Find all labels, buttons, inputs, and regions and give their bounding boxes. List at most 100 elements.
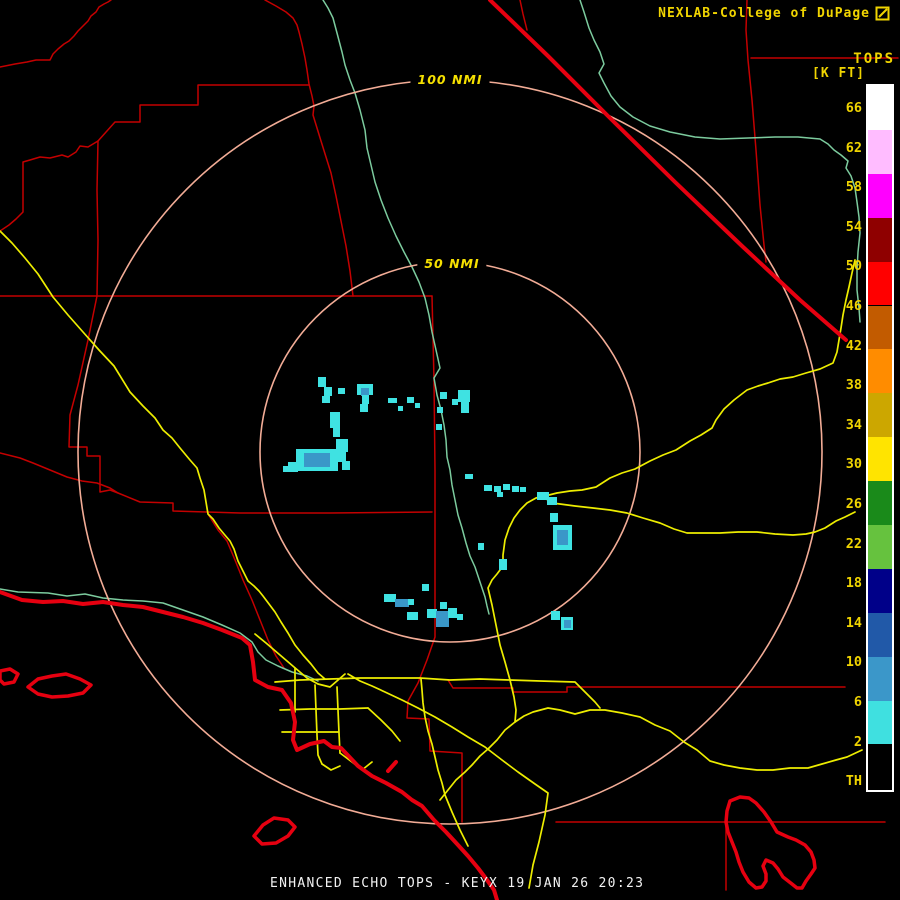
highway-line	[368, 708, 400, 741]
highway-line	[337, 687, 340, 753]
county-boundary-line	[407, 296, 462, 822]
echo-top-bin	[497, 492, 503, 497]
colorbar-segment	[868, 174, 892, 218]
colorbar-tick-label: 54	[822, 219, 862, 235]
echo-top-bin	[465, 474, 473, 479]
county-boundary-line	[208, 514, 284, 668]
echo-top-bin	[318, 377, 326, 387]
echo-top-bin	[342, 461, 350, 470]
echo-top-bin	[388, 398, 397, 403]
echo-top-bin	[408, 599, 414, 605]
county-boundary-line	[69, 296, 432, 513]
colorbar-title: TOPS	[853, 51, 895, 67]
site-header-title: NEXLAB-College of DuPage	[658, 6, 870, 21]
colorbar-tick-label: 26	[822, 496, 862, 512]
echo-top-bin	[494, 486, 501, 492]
colorbar-tick-label: TH	[822, 773, 862, 789]
colorbar-segment	[868, 393, 892, 437]
echo-top-bin	[283, 466, 290, 472]
echo-top-bin	[362, 395, 369, 404]
colorbar-tick-label: 2	[822, 734, 862, 750]
colorbar-tick-label: 58	[822, 179, 862, 195]
river-line	[580, 0, 860, 322]
echo-top-bin	[330, 412, 340, 428]
echo-top-bin	[407, 397, 414, 403]
echo-top-bin	[503, 484, 510, 490]
echo-top-bin	[458, 390, 470, 402]
echo-top-bin	[361, 388, 369, 396]
colorbar-units: [K FT]	[812, 66, 865, 81]
colorbar-tick-label: 38	[822, 377, 862, 393]
echo-top-bin	[384, 594, 396, 602]
echo-top-bin	[564, 620, 571, 628]
echo-top-bin	[512, 486, 519, 492]
echo-top-bin	[461, 402, 469, 413]
echo-top-bin	[415, 403, 420, 408]
echo-top-bin	[324, 387, 332, 396]
colorbar-scale	[866, 84, 894, 792]
echo-top-bin	[398, 406, 403, 411]
echo-top-bin	[436, 611, 449, 627]
echo-top-bin	[407, 612, 418, 620]
colorbar-tick-label: 18	[822, 575, 862, 591]
echo-top-bin	[338, 452, 346, 462]
echo-top-bin	[360, 404, 368, 412]
colorbar-tick-label: 66	[822, 100, 862, 116]
colorbar-tick-label: 6	[822, 694, 862, 710]
highway-line	[322, 764, 340, 770]
colorbar-segment	[868, 306, 892, 350]
echo-top-bin	[304, 453, 330, 467]
echo-top-bin	[395, 599, 409, 607]
colorbar-segment	[868, 569, 892, 613]
echo-top-bin	[557, 530, 568, 545]
thick-boundary-line	[388, 762, 396, 771]
colorbar-segment	[868, 481, 892, 525]
colorbar-tick-label: 42	[822, 338, 862, 354]
highway-line	[421, 679, 468, 846]
county-boundary-line	[0, 85, 309, 231]
highway-line	[315, 685, 322, 764]
colorbar-segment	[868, 130, 892, 174]
colorbar-segment	[868, 525, 892, 569]
island-outline	[254, 818, 295, 844]
echo-top-bin	[547, 497, 557, 505]
colorbar-segment	[868, 349, 892, 393]
echo-top-bin	[322, 396, 330, 403]
range-ring-100nmi	[78, 80, 822, 824]
range-ring-50nmi-label: 50 NMI	[417, 256, 486, 271]
echo-top-bin	[437, 407, 443, 413]
thick-boundary-line	[0, 592, 497, 900]
colorbar-tick-label: 14	[822, 615, 862, 631]
echo-top-bin	[448, 608, 457, 618]
echo-top-bin	[440, 602, 447, 609]
colorbar-segment	[868, 657, 892, 701]
county-boundary-line	[746, 0, 766, 262]
colorbar-segment	[868, 613, 892, 657]
echo-top-bin	[499, 559, 507, 570]
echo-top-bin	[478, 543, 484, 550]
highway-line	[488, 260, 855, 722]
echo-top-bin	[452, 399, 458, 405]
county-boundary-line	[0, 0, 111, 67]
echo-top-bin	[333, 428, 340, 437]
product-caption: ENHANCED ECHO TOPS - KEYX 19 JAN 26 20:2…	[270, 876, 644, 891]
highway-line	[440, 708, 862, 800]
county-boundary-line	[448, 680, 845, 692]
colorbar-tick-label: 34	[822, 417, 862, 433]
colorbar-segment	[868, 437, 892, 481]
echo-top-bin	[422, 584, 429, 591]
colorbar-tick-label: 10	[822, 654, 862, 670]
colorbar-tick-label: 22	[822, 536, 862, 552]
echo-top-bin	[520, 487, 526, 492]
highway-line	[545, 498, 855, 535]
colorbar-segment	[868, 701, 892, 745]
echo-top-bin	[427, 609, 437, 618]
colorbar-segment	[868, 86, 892, 130]
county-boundary-line	[520, 0, 527, 30]
island-outline	[28, 674, 91, 697]
highway-line	[275, 678, 600, 708]
radar-screen: NEXLAB-College of DuPage TOPS [K FT] 666…	[0, 0, 900, 900]
range-ring-100nmi-label: 100 NMI	[411, 72, 490, 87]
echo-top-bin	[457, 614, 463, 620]
echo-top-bin	[551, 611, 560, 620]
